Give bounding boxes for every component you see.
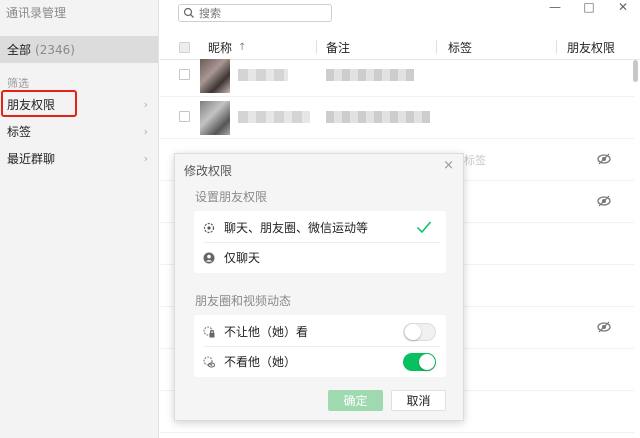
- moments-options-card: 不让他（她）看 不看他（她）: [194, 315, 446, 377]
- option-chat-moments-werun[interactable]: 聊天、朋友圈、微信运动等: [194, 213, 446, 242]
- contact-count: (2346): [35, 42, 75, 57]
- chat-all-icon: [203, 222, 215, 233]
- option-chat-only[interactable]: 仅聊天: [194, 243, 446, 272]
- close-button[interactable]: ✕: [616, 0, 630, 14]
- window-controls: — □ ✕: [548, 0, 630, 14]
- option-label: 仅聊天: [224, 251, 261, 265]
- column-note-label: 备注: [326, 40, 351, 55]
- dialog-close-button[interactable]: ×: [443, 158, 454, 173]
- column-divider: [316, 40, 317, 54]
- friend-permission-section-label: 设置朋友权限: [195, 190, 268, 204]
- scrollbar-thumb[interactable]: [633, 60, 638, 82]
- avatar: [200, 59, 230, 93]
- cancel-button[interactable]: 取消: [391, 390, 446, 411]
- table-row[interactable]: [160, 97, 634, 139]
- sidebar-item-tags[interactable]: 标签 ›: [0, 118, 158, 144]
- column-nickname-label: 昵称: [208, 40, 233, 55]
- hide-their-posts-toggle[interactable]: [403, 353, 436, 371]
- option-hide-their-posts: 不看他（她）: [194, 347, 446, 376]
- dialog-title: 修改权限: [184, 164, 233, 178]
- toggle-knob: [419, 354, 435, 370]
- avatar: [200, 101, 230, 135]
- moments-section-label: 朋友圈和视频动态: [195, 294, 292, 308]
- column-divider: [556, 40, 557, 54]
- sort-arrow-icon: ↑: [238, 41, 247, 53]
- option-hide-my-posts: 不让他（她）看: [194, 317, 446, 346]
- row-tag-text: 标签: [464, 154, 486, 167]
- row-checkbox[interactable]: [179, 111, 190, 122]
- filter-section-label: 筛选: [7, 77, 29, 90]
- select-all-checkbox[interactable]: [179, 41, 190, 53]
- column-permission-label: 朋友权限: [567, 40, 616, 55]
- table-row[interactable]: [160, 55, 634, 97]
- blurred-nickname: [238, 111, 310, 123]
- sidebar-item-all[interactable]: 全部 (2346): [0, 36, 158, 63]
- eye-off-icon: [597, 321, 611, 333]
- search-box[interactable]: [178, 4, 332, 22]
- column-divider: [436, 40, 437, 54]
- permission-dialog: 修改权限 × 设置朋友权限 聊天、朋友圈、微信运动等 仅聊天 朋友圈和视频动态: [174, 153, 464, 421]
- eye-off-icon: [597, 195, 611, 207]
- eye-off-icon: [597, 153, 611, 165]
- sidebar-item-all-label: 全部: [7, 43, 32, 57]
- chevron-right-icon: ›: [143, 97, 148, 111]
- sidebar: 通讯录管理 全部 (2346) 筛选 朋友权限 › 标签 › 最近群聊 ›: [0, 0, 159, 438]
- chat-only-icon: [203, 252, 215, 263]
- option-label: 不让他（她）看: [224, 325, 309, 339]
- search-input[interactable]: [199, 6, 319, 20]
- column-tag-label: 标签: [448, 40, 473, 55]
- option-label: 聊天、朋友圈、微信运动等: [224, 221, 369, 235]
- sidebar-item-label: 朋友权限: [7, 97, 56, 112]
- maximize-button[interactable]: □: [582, 0, 596, 14]
- lock-icon: [203, 325, 215, 337]
- confirm-button[interactable]: 确定: [328, 390, 383, 411]
- option-label: 不看他（她）: [224, 355, 297, 369]
- chevron-right-icon: ›: [143, 124, 148, 138]
- minimize-button[interactable]: —: [548, 0, 562, 14]
- eye-off-icon: [203, 355, 215, 367]
- blurred-note: [326, 111, 430, 123]
- search-icon: [183, 7, 194, 18]
- toggle-knob: [405, 324, 421, 340]
- blurred-nickname: [238, 69, 288, 81]
- sidebar-item-recent-groups[interactable]: 最近群聊 ›: [0, 145, 158, 171]
- sidebar-item-friend-permissions[interactable]: 朋友权限 ›: [0, 91, 158, 117]
- permission-options-card: 聊天、朋友圈、微信运动等 仅聊天: [194, 211, 446, 273]
- sidebar-item-label: 标签: [7, 124, 32, 139]
- checkmark-icon: [416, 221, 432, 234]
- app-title: 通讯录管理: [6, 6, 67, 20]
- sidebar-item-label: 最近群聊: [7, 151, 56, 166]
- row-checkbox[interactable]: [179, 69, 190, 80]
- hide-my-posts-toggle[interactable]: [403, 323, 436, 341]
- chevron-right-icon: ›: [143, 151, 148, 165]
- blurred-note: [326, 69, 414, 81]
